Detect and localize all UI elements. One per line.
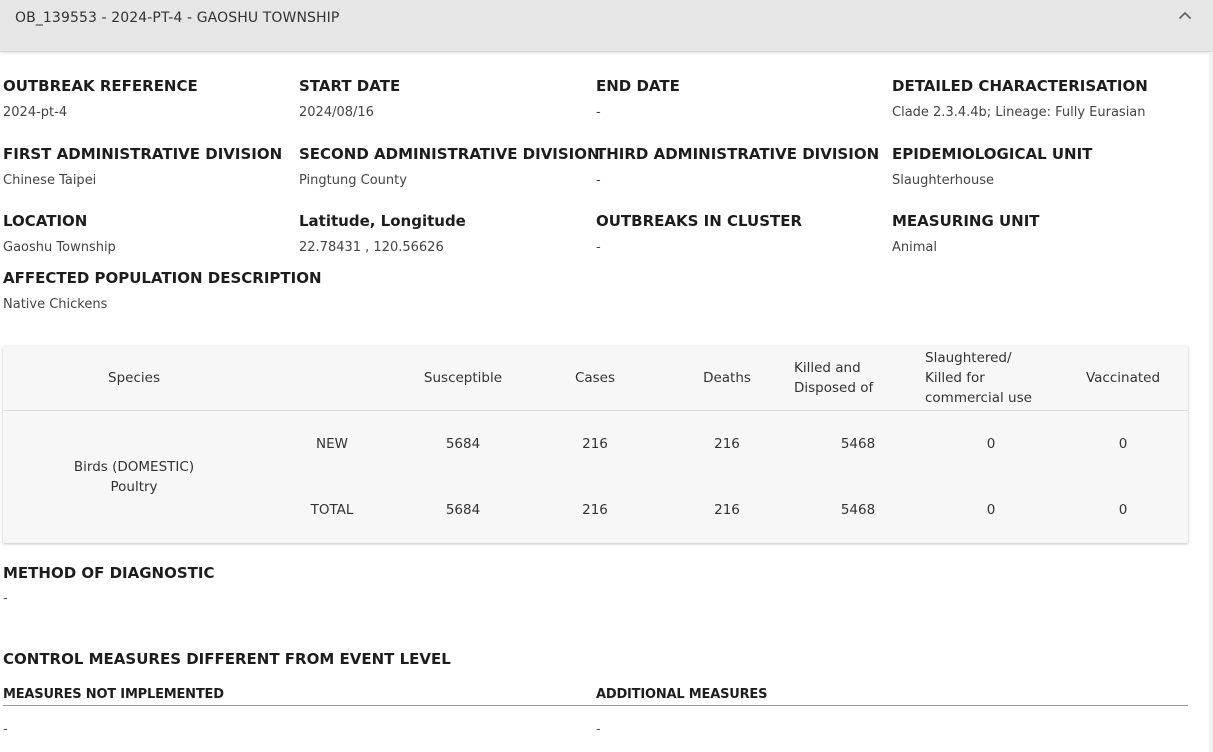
measures-not-implemented-value: -: [3, 722, 8, 737]
cell-killed: 5468: [840, 502, 876, 518]
chevron-up-icon[interactable]: [1177, 8, 1193, 24]
field-value: Gaoshu Township: [3, 240, 116, 255]
cell-killed: 5468: [840, 436, 876, 452]
field-label: START DATE: [299, 77, 401, 95]
field-value: Clade 2.3.4.4b; Lineage: Fully Eurasian: [892, 105, 1146, 120]
field-start-date: START DATE 2024/08/16: [299, 77, 400, 120]
th-slaughtered-line3: commercial use: [925, 390, 1032, 406]
field-label: END DATE: [596, 77, 680, 95]
field-value: Native Chickens: [3, 297, 108, 312]
th-killed: Killed and Disposed of: [794, 358, 914, 398]
field-value: -: [596, 240, 601, 255]
field-value: -: [596, 105, 601, 120]
cell-vaccinated: 0: [1118, 436, 1128, 452]
species-table: Species Susceptible Cases Deaths Killed …: [3, 346, 1188, 543]
field-outbreaks-in-cluster: OUTBREAKS IN CLUSTER -: [596, 212, 802, 255]
divider: [3, 705, 1188, 706]
field-label: LOCATION: [3, 212, 88, 230]
cell-susceptible: 5684: [445, 436, 481, 452]
scrollbar[interactable]: [1209, 52, 1213, 752]
outbreak-header[interactable]: OB_139553 - 2024-PT-4 - GAOSHU TOWNSHIP: [0, 0, 1213, 52]
cell-deaths: 216: [714, 436, 740, 452]
th-killed-line2: Disposed of: [794, 380, 874, 396]
field-value: Slaughterhouse: [892, 173, 994, 188]
th-susceptible: Susceptible: [423, 370, 503, 386]
field-value: Chinese Taipei: [3, 173, 97, 188]
th-vaccinated: Vaccinated: [1085, 370, 1161, 386]
field-label: FIRST ADMINISTRATIVE DIVISION: [3, 145, 283, 163]
th-cases: Cases: [574, 370, 616, 386]
field-label: Latitude, Longitude: [299, 212, 466, 230]
field-third-admin-division: THIRD ADMINISTRATIVE DIVISION -: [596, 145, 879, 188]
field-outbreak-reference: OUTBREAK REFERENCE 2024-pt-4: [3, 77, 198, 120]
species-line2: Poultry: [110, 479, 158, 495]
field-first-admin-division: FIRST ADMINISTRATIVE DIVISION Chinese Ta…: [3, 145, 282, 188]
additional-measures-label: ADDITIONAL MEASURES: [596, 687, 768, 702]
th-slaughtered-line1: Slaughtered/: [925, 350, 1012, 366]
cell-vaccinated: 0: [1118, 502, 1128, 518]
th-killed-line1: Killed and: [794, 360, 861, 376]
th-deaths: Deaths: [703, 370, 751, 386]
field-value: -: [596, 173, 601, 188]
field-value: Pingtung County: [299, 173, 407, 188]
cell-slaughtered: 0: [986, 502, 996, 518]
species-line1: Birds (DOMESTIC): [73, 459, 195, 475]
field-lat-long: Latitude, Longitude 22.78431 , 120.56626: [299, 212, 466, 255]
field-label: THIRD ADMINISTRATIVE DIVISION: [596, 145, 880, 163]
cell-deaths: 216: [714, 502, 740, 518]
field-epidemiological-unit: EPIDEMIOLOGICAL UNIT Slaughterhouse: [892, 145, 1092, 188]
diagnostic-value: -: [3, 591, 8, 606]
th-slaughtered: Slaughtered/ Killed for commercial use: [925, 348, 1055, 408]
field-label: SECOND ADMINISTRATIVE DIVISION: [299, 145, 600, 163]
additional-measures-value: -: [596, 722, 601, 737]
field-label: AFFECTED POPULATION DESCRIPTION: [3, 269, 322, 287]
field-second-admin-division: SECOND ADMINISTRATIVE DIVISION Pingtung …: [299, 145, 600, 188]
table-header-divider: [3, 410, 1188, 411]
diagnostic-title: METHOD OF DIAGNOSTIC: [3, 564, 215, 582]
field-label: DETAILED CHARACTERISATION: [892, 77, 1148, 95]
field-label: MEASURING UNIT: [892, 212, 1040, 230]
field-value: Animal: [892, 240, 937, 255]
cell-slaughtered: 0: [986, 436, 996, 452]
outbreak-title: OB_139553 - 2024-PT-4 - GAOSHU TOWNSHIP: [15, 10, 340, 26]
row-type: NEW: [316, 436, 348, 452]
field-value: 22.78431 , 120.56626: [299, 240, 444, 255]
field-location: LOCATION Gaoshu Township: [3, 212, 116, 255]
field-detailed-characterisation: DETAILED CHARACTERISATION Clade 2.3.4.4b…: [892, 77, 1148, 120]
field-value: 2024/08/16: [299, 105, 374, 120]
field-label: OUTBREAKS IN CLUSTER: [596, 212, 803, 230]
cell-susceptible: 5684: [445, 502, 481, 518]
field-value: 2024-pt-4: [3, 105, 68, 120]
field-label: EPIDEMIOLOGICAL UNIT: [892, 145, 1093, 163]
th-slaughtered-line2: Killed for: [925, 370, 985, 386]
control-measures-title: CONTROL MEASURES DIFFERENT FROM EVENT LE…: [3, 650, 451, 668]
field-label: OUTBREAK REFERENCE: [3, 77, 198, 95]
th-species: Species: [108, 370, 160, 386]
measures-not-implemented-label: MEASURES NOT IMPLEMENTED: [3, 687, 224, 702]
field-affected-population: AFFECTED POPULATION DESCRIPTION Native C…: [3, 269, 322, 312]
row-type: TOTAL: [310, 502, 354, 518]
field-end-date: END DATE -: [596, 77, 680, 120]
cell-cases: 216: [582, 502, 608, 518]
cell-cases: 216: [582, 436, 608, 452]
species-cell: Birds (DOMESTIC) Poultry: [34, 457, 234, 497]
field-measuring-unit: MEASURING UNIT Animal: [892, 212, 1040, 255]
